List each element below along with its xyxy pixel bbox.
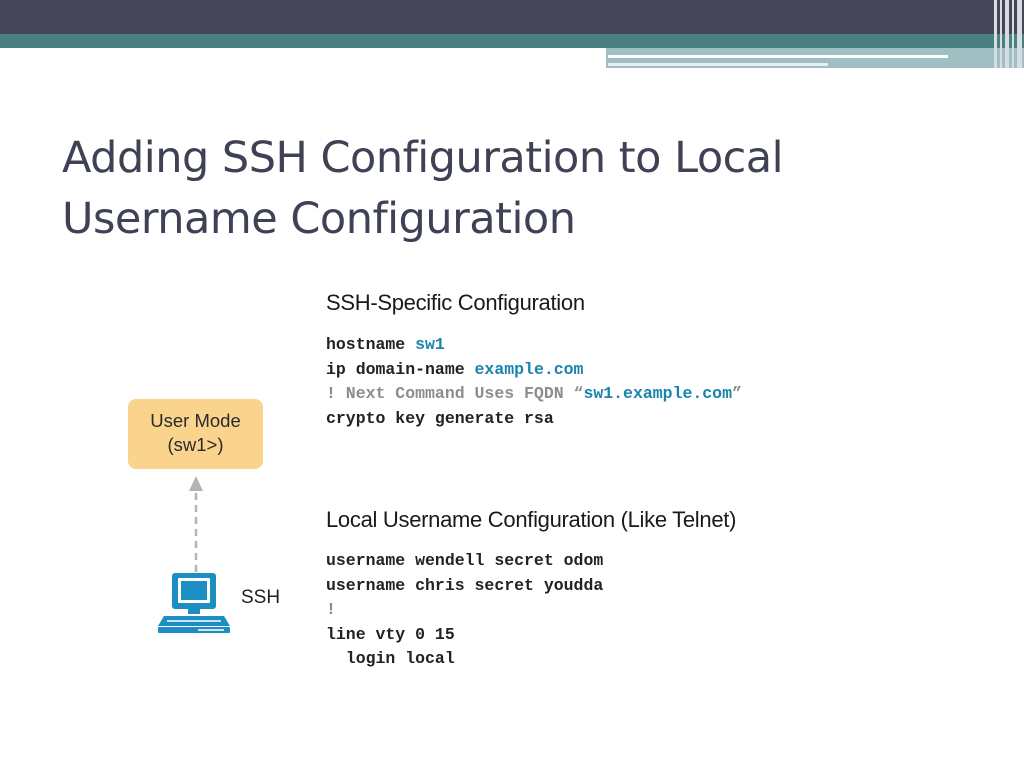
code-text: hostname [326, 335, 416, 354]
slide-title: Adding SSH Configuration to Local Userna… [62, 128, 962, 250]
header-corner-bars [994, 0, 1024, 68]
code-text: line vty 0 15 [326, 624, 455, 644]
user-mode-label: User Mode [150, 410, 241, 431]
computer-icon [158, 573, 230, 633]
code-line: ! Next Command Uses FQDN “sw1.example.co… [326, 382, 742, 407]
ssh-config-code: hostname sw1 ip domain-name example.com! … [326, 333, 742, 431]
code-highlight: sw1 [415, 335, 445, 354]
header-dark-band [0, 0, 1024, 34]
code-line: crypto key generate rsa [326, 407, 742, 432]
code-text: login local [326, 649, 455, 668]
code-comment: ” [731, 384, 742, 403]
code-highlight: example.com [474, 359, 584, 379]
code-text: username chris secret youdda [326, 575, 604, 595]
code-highlight: sw1.example.com [583, 384, 732, 403]
code-line: username chris secret youdda [326, 574, 603, 599]
ssh-config-heading: SSH-Specific Configuration [326, 290, 585, 315]
code-text: ip domain-name [326, 359, 475, 379]
dashed-up-arrow-icon [189, 476, 203, 572]
code-text: crypto key generate rsa [326, 408, 554, 428]
code-comment: ! Next Command Uses FQDN “ [326, 384, 584, 403]
ssh-connection-label: SSH [241, 587, 281, 608]
local-username-heading: Local Username Configuration (Like Telne… [326, 507, 737, 532]
code-comment: ! [326, 600, 336, 619]
user-mode-prompt: (sw1>) [167, 434, 224, 455]
code-line: ip domain-name example.com [326, 358, 742, 383]
code-line: ! [326, 598, 603, 623]
slide-title-line: Username Configuration [62, 194, 576, 244]
header-accent-line [608, 55, 948, 58]
code-line: username wendell secret odom [326, 549, 603, 574]
code-line: line vty 0 15 [326, 623, 603, 648]
code-line: login local [326, 647, 603, 672]
header-accent-line [608, 63, 828, 66]
slide-title-line: Adding SSH Configuration to Local [62, 133, 784, 183]
header-teal-band [0, 34, 1024, 48]
local-username-code: username wendell secret odom username chr… [326, 549, 603, 672]
user-mode-box: User Mode (sw1>) [128, 399, 263, 469]
code-text: username wendell secret odom [326, 551, 604, 570]
code-line: hostname sw1 [326, 333, 742, 358]
